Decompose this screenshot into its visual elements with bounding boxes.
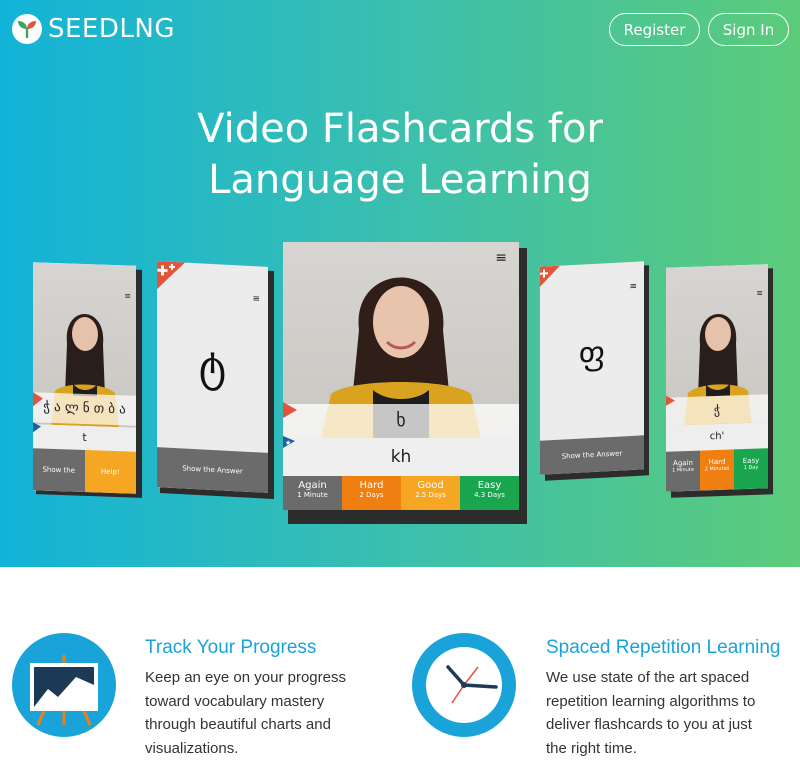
menu-icon[interactable]: ≡ [495, 250, 507, 266]
brand-name: SEEDLNG [48, 14, 175, 44]
hero-headline: Video Flashcards for Language Learning [0, 104, 800, 206]
chart-icon [12, 633, 116, 737]
feature-text-line: the right time. [546, 739, 637, 757]
flashcard-left-near[interactable]: ≡ ტ Show the Answer [157, 261, 268, 493]
flashcard-right-far[interactable]: ≡ ჭ ch' Again 1 Minute Hard 2 Minutes Ea… [666, 264, 768, 492]
georgian-flag-icon [157, 261, 185, 290]
easy-label: Easy [742, 456, 760, 466]
help-button[interactable]: Help! [84, 450, 136, 494]
word-strip: ჭ ა ლ ნ თ ბ ა [33, 392, 136, 426]
feature-text-spaced: We use state of the art spaced repetitio… [546, 666, 755, 760]
feature-text-line: visualizations. [145, 739, 239, 757]
flag-icon [33, 392, 43, 433]
again-button[interactable]: Again 1 Minute [666, 450, 700, 492]
feature-text-progress: Keep an eye on your progress toward voca… [145, 666, 346, 760]
again-sub: 1 Minute [297, 491, 328, 499]
again-label: Again [298, 480, 327, 491]
translit-strip: t [33, 424, 136, 452]
menu-icon[interactable]: ≡ [629, 282, 637, 292]
good-sub: 2.5 Days [415, 491, 446, 499]
brand-logo[interactable]: SEEDLNG [12, 14, 175, 44]
headline-line-1: Video Flashcards for [197, 106, 603, 152]
georgian-flag-icon [540, 265, 560, 287]
feature-text-line: repetition learning algorithms to [546, 692, 756, 710]
feature-title-spaced: Spaced Repetition Learning [546, 637, 781, 658]
rating-buttons: Again 1 Minute Hard 2 Days Good 2.5 Days… [283, 476, 519, 510]
flag-icon [666, 395, 675, 406]
card-buttons: Show the Answer [540, 435, 644, 475]
flag-icon: ★ [283, 402, 297, 448]
hard-label: Hard [359, 480, 384, 491]
clock-icon [412, 633, 516, 737]
easy-label: Easy [477, 480, 502, 491]
features-section: Track Your Progress Keep an eye on your … [0, 567, 800, 775]
show-answer-button[interactable]: Show the Answer [540, 435, 644, 475]
register-button[interactable]: Register [609, 13, 700, 46]
easy-sub: 4.3 Days [474, 491, 505, 499]
menu-icon[interactable]: ≡ [124, 291, 131, 300]
easy-button[interactable]: Easy 4.3 Days [460, 476, 519, 510]
menu-icon[interactable]: ≡ [756, 288, 763, 297]
feature-text-line: toward vocabulary mastery [145, 692, 325, 710]
feature-text-line: through beautiful charts and [145, 716, 331, 733]
feature-title-progress: Track Your Progress [145, 637, 317, 658]
feature-text-line: deliver flashcards to you at just [546, 716, 752, 733]
hero-banner: SEEDLNG Register Sign In Video Flashcard… [0, 0, 800, 567]
hard-button[interactable]: Hard 2 Minutes [700, 449, 734, 491]
good-button[interactable]: Good 2.5 Days [401, 476, 460, 510]
flashcard-center[interactable]: ≡ ხ kh ★ Again 1 Minute Hard 2 Days Good… [283, 242, 519, 510]
glyph-strip: ჭ [666, 394, 768, 426]
svg-text:★: ★ [285, 439, 291, 447]
card-glyph: ფ [578, 333, 606, 373]
again-button[interactable]: Again 1 Minute [283, 476, 342, 510]
glyph-strip: ხ [283, 404, 519, 438]
easy-sub: 1 Day [743, 464, 759, 472]
card-glyph: ტ [198, 341, 227, 392]
show-answer-button[interactable]: Show the Answer [157, 447, 268, 493]
translit-strip: ch' [666, 422, 768, 452]
show-answer-button[interactable]: Show the Answer [33, 448, 85, 492]
flashcard-left-far[interactable]: ≡ ჭ ა ლ ნ თ ბ ა t Show the Answer Help! [33, 262, 136, 494]
good-label: Good [417, 480, 444, 491]
again-label: Again [673, 458, 693, 468]
hard-sub: 2 Minutes [704, 465, 730, 473]
hard-button[interactable]: Hard 2 Days [342, 476, 401, 510]
card-buttons: Show the Answer [157, 447, 268, 493]
hard-label: Hard [708, 457, 726, 467]
menu-icon[interactable]: ≡ [252, 294, 260, 304]
seedling-icon [12, 14, 42, 44]
headline-line-2: Language Learning [208, 157, 592, 203]
feature-text-line: Keep an eye on your progress [145, 669, 346, 686]
feature-text-line: We use state of the art spaced [546, 669, 750, 686]
hard-sub: 2 Days [359, 491, 384, 499]
easy-button[interactable]: Easy 1 Day [734, 448, 768, 490]
again-sub: 1 Minute [672, 466, 694, 474]
sign-in-button[interactable]: Sign In [708, 13, 789, 46]
rating-buttons: Again 1 Minute Hard 2 Minutes Easy 1 Day [666, 448, 768, 492]
flashcard-right-near[interactable]: ≡ ფ Show the Answer [540, 261, 644, 475]
translit-strip: kh [283, 438, 519, 476]
card-buttons: Show the Answer Help! [33, 448, 136, 494]
